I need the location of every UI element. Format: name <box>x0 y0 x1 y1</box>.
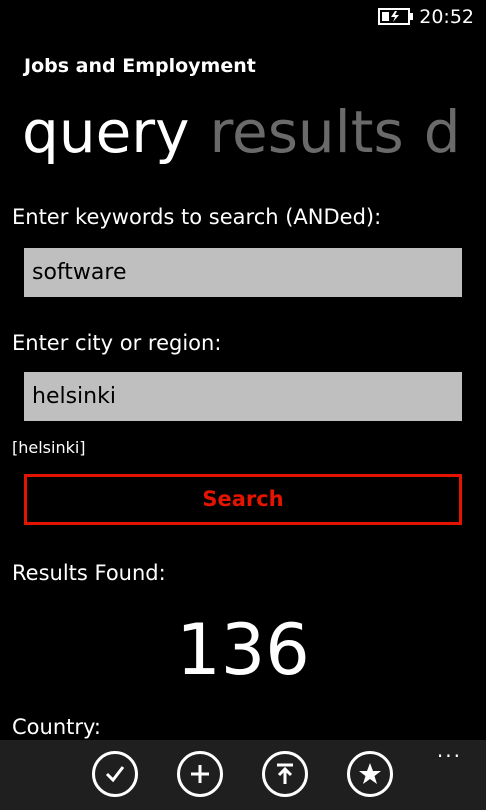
pivot-tab-details[interactable]: d <box>424 92 461 172</box>
location-resolved-text: [helsinki] <box>12 438 86 457</box>
upload-button[interactable] <box>262 751 308 797</box>
results-found-label: Results Found: <box>12 561 166 585</box>
pivot-tab-query[interactable]: query <box>22 92 189 172</box>
pivot-tab-results[interactable]: results <box>209 92 403 172</box>
results-count: 136 <box>176 609 310 691</box>
location-input[interactable]: helsinki <box>24 372 462 421</box>
favorite-icon <box>359 763 381 784</box>
favorite-button[interactable] <box>347 751 393 797</box>
app-title: Jobs and Employment <box>24 55 256 77</box>
country-label: Country: <box>12 715 101 739</box>
more-menu-button[interactable]: ... <box>437 740 462 760</box>
upload-icon <box>277 763 293 784</box>
keywords-label: Enter keywords to search (ANDed): <box>12 205 382 229</box>
check-button[interactable] <box>92 751 138 797</box>
check-icon <box>105 766 125 783</box>
add-button[interactable] <box>177 751 223 797</box>
add-icon <box>191 765 209 783</box>
application-bar: ... <box>0 740 486 810</box>
location-label: Enter city or region: <box>12 331 222 355</box>
clock: 20:52 <box>419 6 474 28</box>
battery-charging-icon <box>378 8 413 25</box>
search-button[interactable]: Search <box>24 474 462 525</box>
pivot-header: query results d <box>22 92 486 172</box>
status-bar: 20:52 <box>0 0 486 34</box>
keywords-input[interactable]: software <box>24 248 462 297</box>
